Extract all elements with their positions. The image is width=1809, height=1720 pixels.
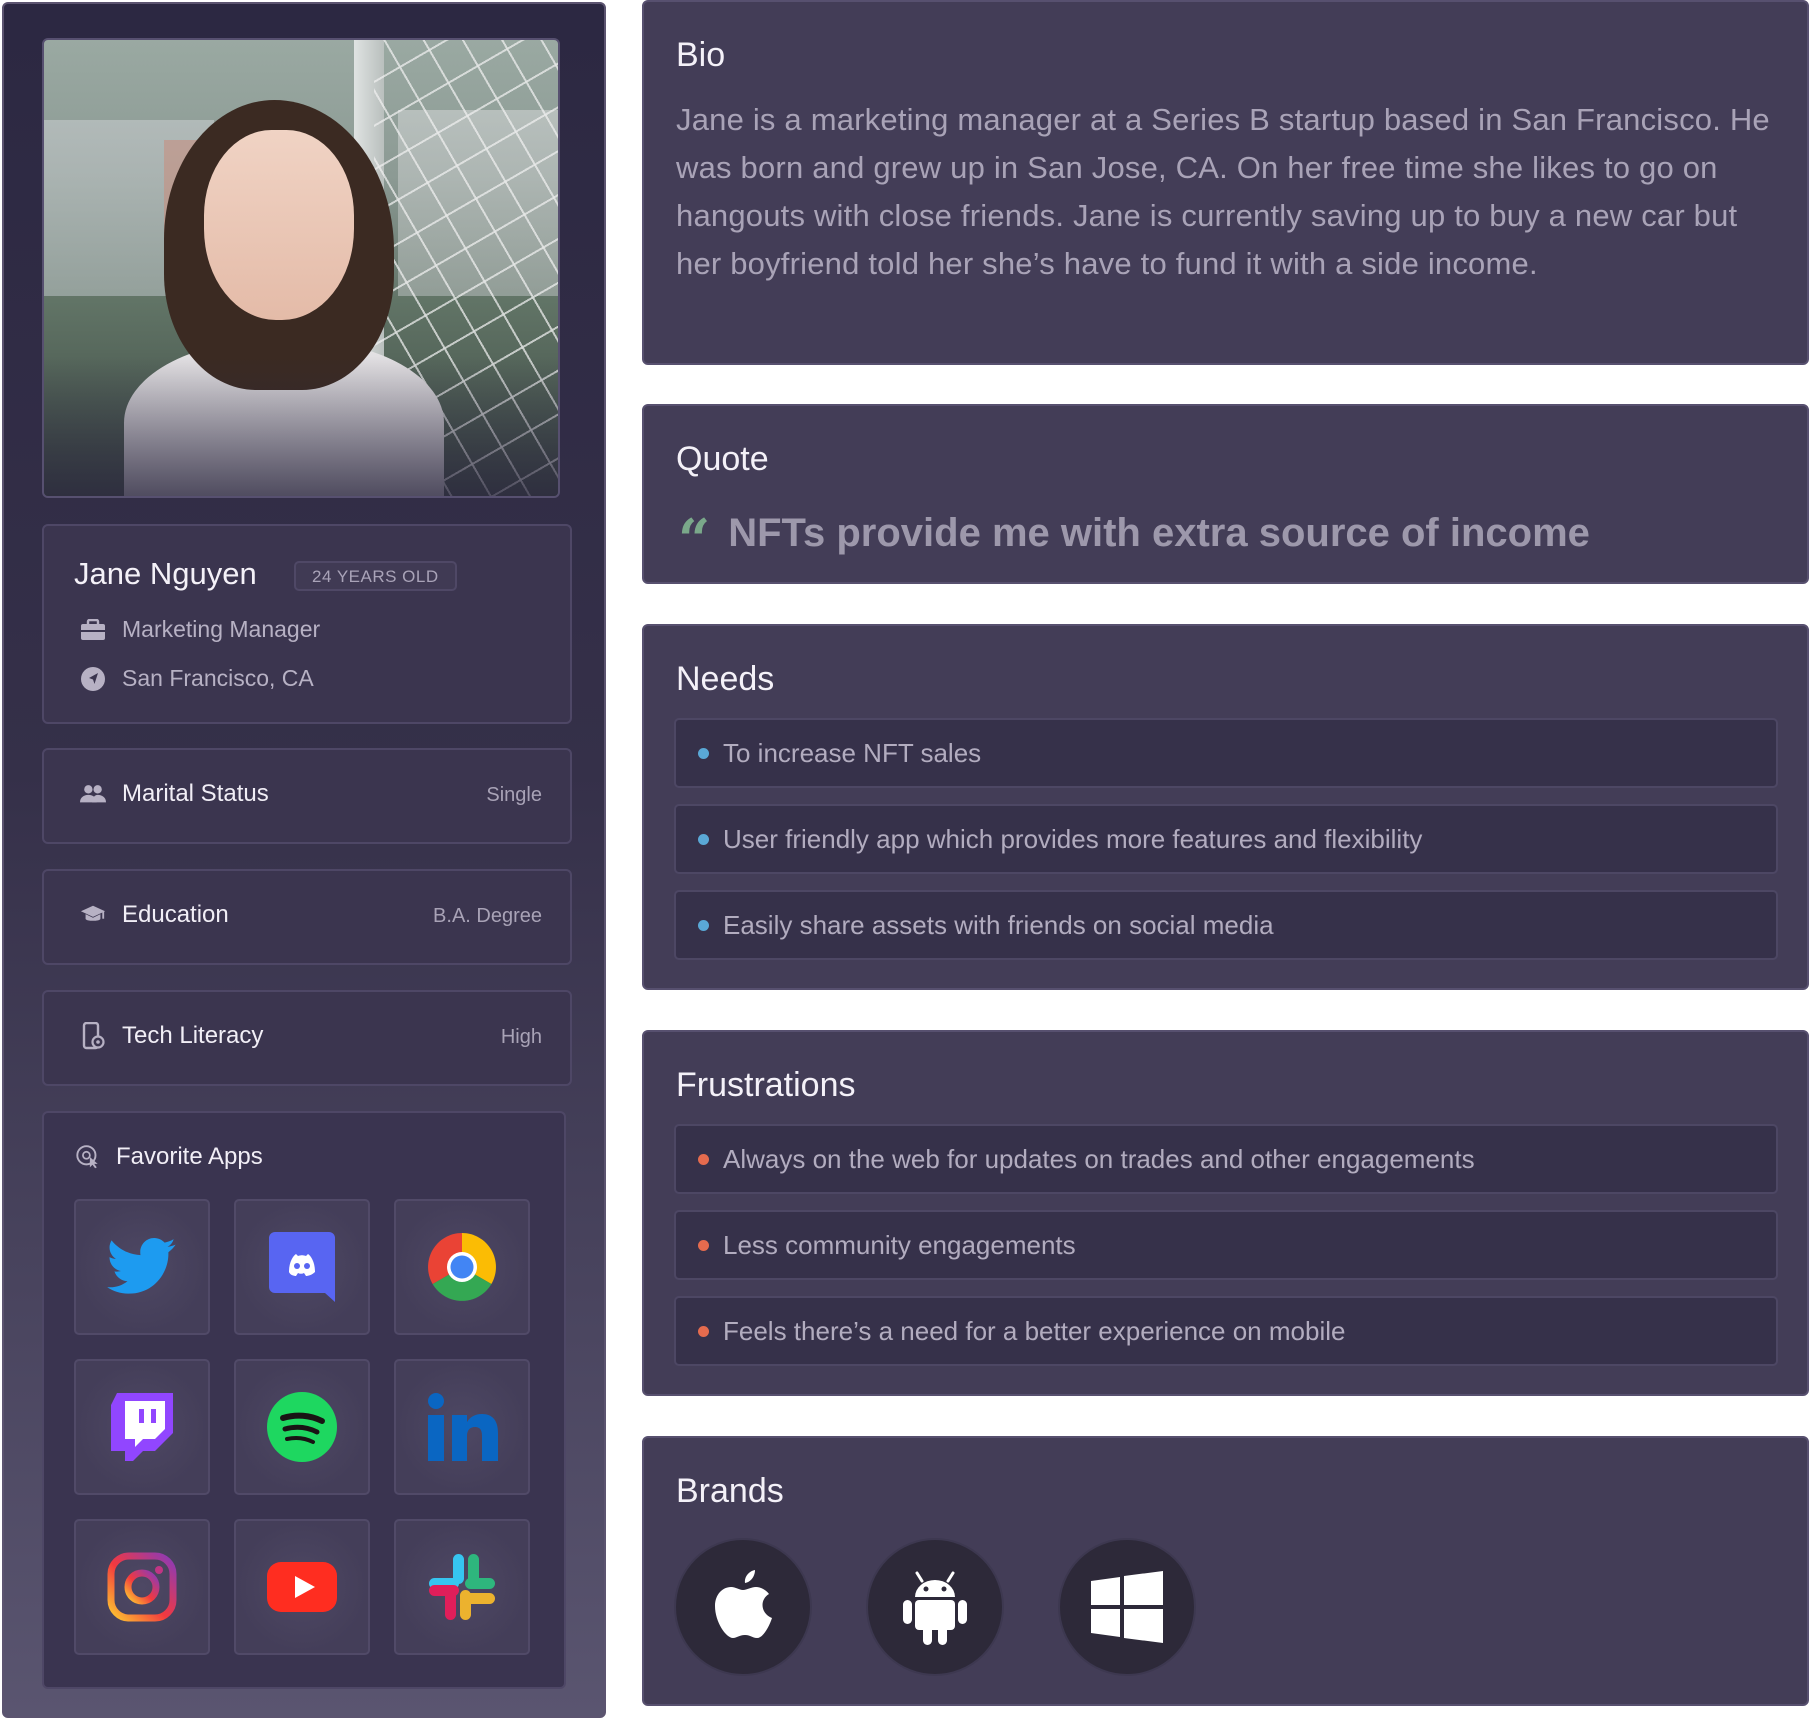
navigation-icon: [80, 666, 106, 692]
education-value: B.A. Degree: [433, 905, 542, 927]
education-label: Education: [122, 901, 229, 928]
brand-android[interactable]: [866, 1538, 1004, 1676]
app-tile-linkedin[interactable]: [394, 1359, 530, 1495]
list-item: Easily share assets with friends on soci…: [674, 890, 1778, 960]
frustrations-title: Frustrations: [676, 1066, 856, 1104]
profile-card: Jane Nguyen 24 YEARS OLD Marketing Manag…: [42, 524, 572, 724]
discord-icon: [269, 1232, 335, 1302]
bio-panel: Bio Jane is a marketing manager at a Ser…: [642, 0, 1809, 365]
quote-text: NFTs provide me with extra source of inc…: [728, 510, 1590, 555]
persona-sidebar: Jane Nguyen 24 YEARS OLD Marketing Manag…: [2, 2, 606, 1718]
instagram-icon: [107, 1552, 177, 1622]
twitter-icon: [107, 1238, 176, 1294]
apple-icon: [715, 1570, 772, 1638]
list-item: Less community engagements: [674, 1210, 1778, 1280]
marital-status-value: Single: [486, 784, 542, 806]
education-card: Education B.A. Degree: [42, 869, 572, 965]
brand-windows[interactable]: [1058, 1538, 1196, 1676]
bullet-dot-icon: [698, 919, 709, 931]
app-tile-instagram[interactable]: [74, 1519, 210, 1655]
app-tile-twitter[interactable]: [74, 1199, 210, 1335]
windows-icon: [1091, 1571, 1163, 1643]
needs-title: Needs: [676, 660, 775, 698]
apps-gesture-icon: [76, 1144, 102, 1170]
briefcase-icon: [80, 617, 106, 643]
app-tile-discord[interactable]: [234, 1199, 370, 1335]
quote-mark-icon: “: [678, 507, 711, 573]
app-tile-twitch[interactable]: [74, 1359, 210, 1495]
brand-row: [674, 1538, 1196, 1676]
brand-apple[interactable]: [674, 1538, 812, 1676]
bullet-dot-icon: [698, 833, 709, 845]
app-tile-chrome[interactable]: [394, 1199, 530, 1335]
bullet-dot-icon: [698, 1153, 709, 1165]
android-icon: [903, 1571, 967, 1645]
bio-text: Jane is a marketing manager at a Series …: [676, 102, 1770, 281]
app-tile-slack[interactable]: [394, 1519, 530, 1655]
app-grid: [74, 1199, 530, 1655]
app-tile-spotify[interactable]: [234, 1359, 370, 1495]
frustrations-panel: Frustrations Always on the web for updat…: [642, 1030, 1809, 1396]
location-row: San Francisco, CA: [80, 665, 314, 692]
needs-panel: Needs To increase NFT sales User friendl…: [642, 624, 1809, 990]
favorite-apps-title: Favorite Apps: [116, 1143, 263, 1170]
chrome-icon: [428, 1233, 496, 1301]
favorite-apps-card: Favorite Apps: [42, 1111, 566, 1689]
youtube-icon: [267, 1562, 337, 1612]
slack-icon: [429, 1554, 495, 1620]
list-item: Always on the web for updates on trades …: [674, 1124, 1778, 1194]
people-icon: [80, 781, 106, 807]
phone-settings-icon: [80, 1022, 106, 1050]
list-item: User friendly app which provides more fe…: [674, 804, 1778, 874]
quote-panel: Quote “ NFTs provide me with extra sourc…: [642, 404, 1809, 584]
linkedin-icon: [428, 1393, 498, 1461]
spotify-icon: [267, 1392, 337, 1462]
app-tile-youtube[interactable]: [234, 1519, 370, 1655]
marital-status-label: Marital Status: [122, 780, 269, 807]
list-item: To increase NFT sales: [674, 718, 1778, 788]
brands-title: Brands: [676, 1472, 784, 1510]
frustrations-list: Always on the web for updates on trades …: [674, 1124, 1778, 1382]
twitch-icon: [111, 1393, 173, 1461]
location-text: San Francisco, CA: [122, 665, 314, 691]
persona-name: Jane Nguyen: [74, 556, 257, 591]
age-badge: 24 YEARS OLD: [294, 561, 457, 591]
list-item: Feels there’s a need for a better experi…: [674, 1296, 1778, 1366]
bullet-dot-icon: [698, 1239, 709, 1251]
bullet-dot-icon: [698, 747, 709, 759]
profile-photo: [42, 38, 560, 498]
bio-title: Bio: [676, 36, 726, 74]
tech-literacy-card: Tech Literacy High: [42, 990, 572, 1086]
marital-status-card: Marital Status Single: [42, 748, 572, 844]
tech-literacy-label: Tech Literacy: [122, 1022, 264, 1049]
job-row: Marketing Manager: [80, 616, 320, 643]
graduation-cap-icon: [80, 902, 106, 928]
bullet-dot-icon: [698, 1325, 709, 1337]
needs-list: To increase NFT sales User friendly app …: [674, 718, 1778, 976]
quote-title: Quote: [676, 440, 769, 478]
brands-panel: Brands: [642, 1436, 1809, 1706]
job-title: Marketing Manager: [122, 616, 321, 642]
tech-literacy-value: High: [500, 1026, 542, 1048]
